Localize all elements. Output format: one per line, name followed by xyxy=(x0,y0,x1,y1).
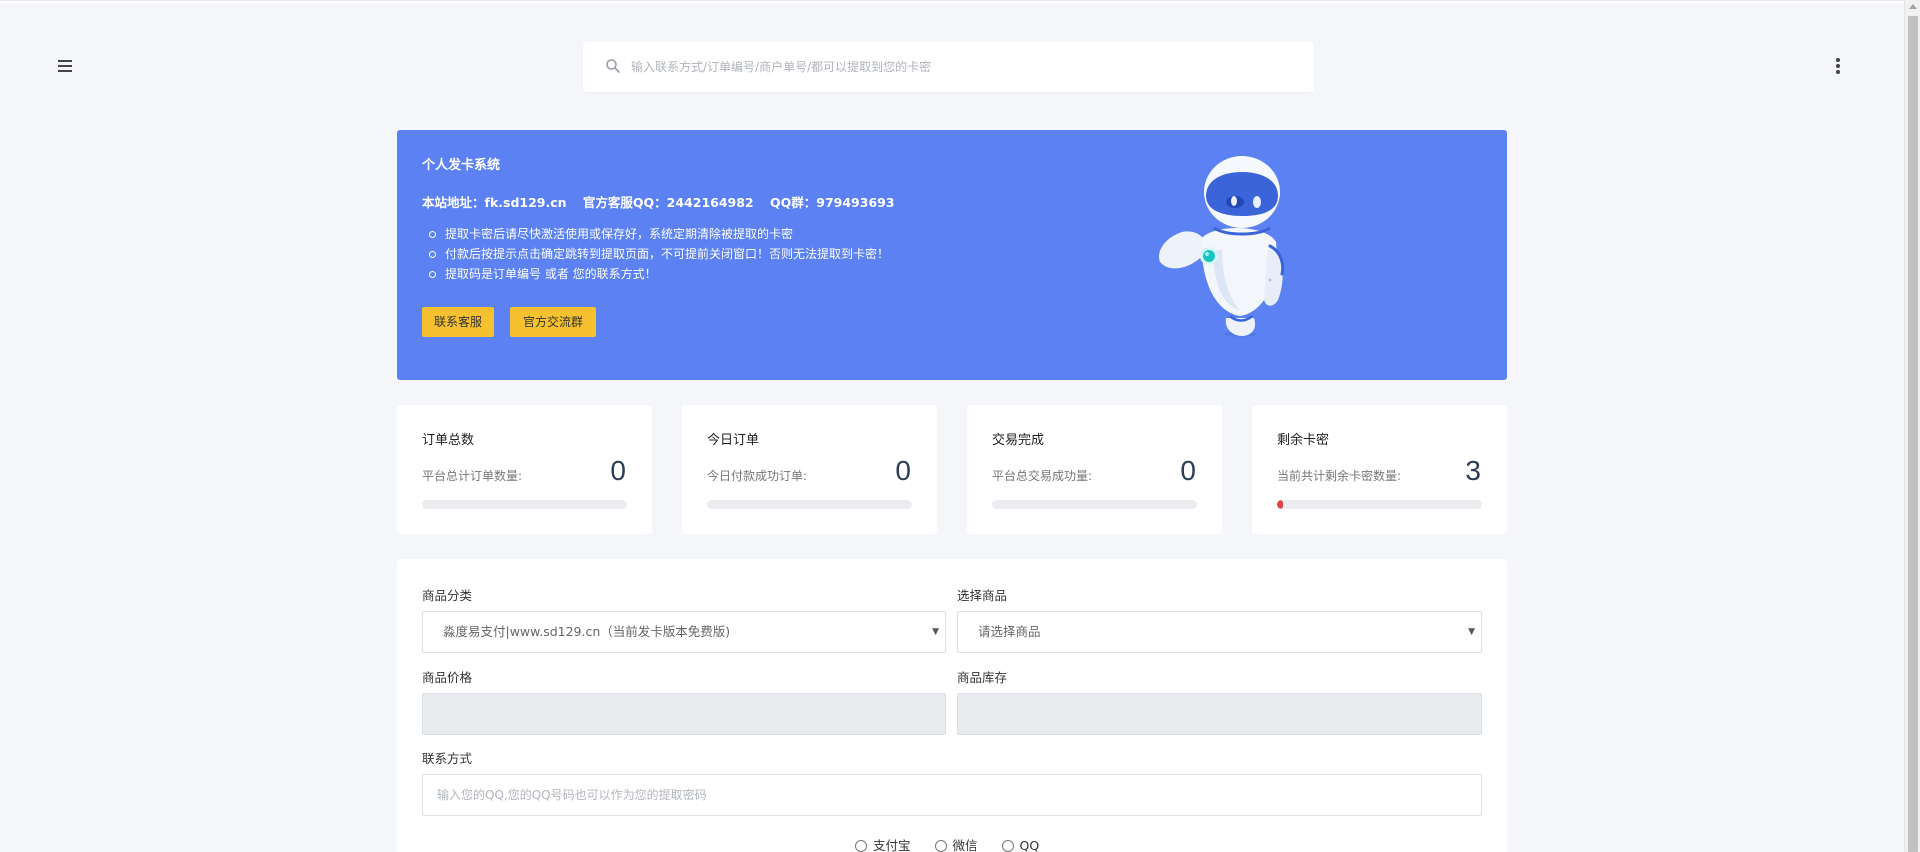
stat-value: 0 xyxy=(610,455,626,486)
product-label: 选择商品 xyxy=(957,588,1008,603)
contact-label: 联系方式 xyxy=(422,751,473,766)
banner-title: 个人发卡系统 xyxy=(422,158,501,173)
notice-item: 提取卡密后请尽快激活使用或保存好，系统定期清除被提取的卡密 xyxy=(428,224,889,244)
announcement-banner: 个人发卡系统 本站地址：fk.sd129.cn 官方客服QQ：244216498… xyxy=(397,130,1507,380)
vertical-scrollbar[interactable] xyxy=(1904,0,1920,852)
qq-group: QQ群：979493693 xyxy=(770,195,895,210)
stat-title: 剩余卡密 xyxy=(1277,433,1330,448)
contact-input[interactable] xyxy=(422,774,1482,816)
stat-title: 订单总数 xyxy=(422,433,475,448)
service-qq: 官方客服QQ：2442164982 xyxy=(582,195,754,210)
stat-value: 0 xyxy=(895,455,911,486)
stat-value: 3 xyxy=(1465,455,1481,486)
notice-list: 提取卡密后请尽快激活使用或保存好，系统定期清除被提取的卡密 付款后按提示点击确定… xyxy=(428,224,889,284)
top-border xyxy=(0,0,1904,3)
stock-label: 商品库存 xyxy=(957,670,1008,685)
site-address: 本站地址：fk.sd129.cn xyxy=(422,195,567,210)
robot-illustration xyxy=(1158,156,1285,337)
contact-service-button[interactable]: 联系客服 xyxy=(422,307,494,337)
stat-subtitle: 平台总计订单数量: xyxy=(422,469,523,483)
stat-progress-fill xyxy=(1277,500,1284,509)
stat-progress-bar xyxy=(707,500,912,509)
notice-item: 提取码是订单编号 或者 您的联系方式！ xyxy=(428,264,889,284)
category-label: 商品分类 xyxy=(422,588,473,603)
category-select[interactable]: 淼度易支付|www.sd129.cn（当前发卡版本免费版) ▼ xyxy=(422,611,946,653)
banner-contact-info: 本站地址：fk.sd129.cn 官方客服QQ：2442164982 QQ群：9… xyxy=(422,192,907,211)
stock-field xyxy=(957,693,1482,735)
payment-method-group: 支付宝 微信 QQ xyxy=(855,835,1059,852)
payment-option-label: 支付宝 xyxy=(873,838,911,852)
notice-item: 付款后按提示点击确定跳转到提取页面，不可提前关闭窗口！否则无法提取到卡密！ xyxy=(428,244,889,264)
stat-title: 今日订单 xyxy=(707,433,760,448)
product-select-value: 请选择商品 xyxy=(978,624,1041,639)
category-select-value: 淼度易支付|www.sd129.cn（当前发卡版本免费版) xyxy=(443,624,731,639)
product-select[interactable]: 请选择商品 ▼ xyxy=(957,611,1482,653)
more-vertical-icon[interactable] xyxy=(1834,58,1842,76)
caret-down-icon: ▼ xyxy=(932,627,939,637)
stat-subtitle: 平台总交易成功量: xyxy=(992,469,1093,483)
payment-option-label: QQ xyxy=(1019,838,1040,852)
price-field xyxy=(422,693,946,735)
hamburger-icon[interactable] xyxy=(54,58,76,76)
stat-subtitle: 当前共计剩余卡密数量: xyxy=(1277,469,1402,483)
official-group-button[interactable]: 官方交流群 xyxy=(510,307,596,337)
search-icon xyxy=(606,59,620,73)
radio-circle xyxy=(855,840,867,852)
stat-card-remaining-cards: 剩余卡密 当前共计剩余卡密数量: 3 xyxy=(1252,405,1507,534)
price-label: 商品价格 xyxy=(422,670,473,685)
stat-progress-bar xyxy=(992,500,1197,509)
stat-card-today-orders: 今日订单 今日付款成功订单: 0 xyxy=(682,405,937,534)
order-form: 商品分类 淼度易支付|www.sd129.cn（当前发卡版本免费版) ▼ 选择商… xyxy=(397,559,1507,852)
payment-option-alipay[interactable]: 支付宝 xyxy=(855,835,911,852)
stat-progress-bar xyxy=(1277,500,1482,509)
scrollbar-thumb[interactable] xyxy=(1908,16,1918,852)
payment-option-qq[interactable]: QQ xyxy=(1001,838,1040,852)
search-bar[interactable] xyxy=(583,42,1314,92)
stat-value: 0 xyxy=(1180,455,1196,486)
stat-card-total-orders: 订单总数 平台总计订单数量: 0 xyxy=(397,405,652,534)
stat-card-completed: 交易完成 平台总交易成功量: 0 xyxy=(967,405,1222,534)
search-input[interactable] xyxy=(631,42,1291,92)
radio-circle xyxy=(1001,840,1014,852)
payment-option-wechat[interactable]: 微信 xyxy=(934,835,978,852)
stat-title: 交易完成 xyxy=(992,433,1045,448)
scroll-up-arrow-icon[interactable] xyxy=(1909,4,1917,9)
stat-progress-bar xyxy=(422,500,627,509)
stat-subtitle: 今日付款成功订单: xyxy=(707,469,808,483)
caret-down-icon: ▼ xyxy=(1468,627,1475,637)
radio-circle xyxy=(934,840,947,852)
payment-option-label: 微信 xyxy=(952,838,978,852)
